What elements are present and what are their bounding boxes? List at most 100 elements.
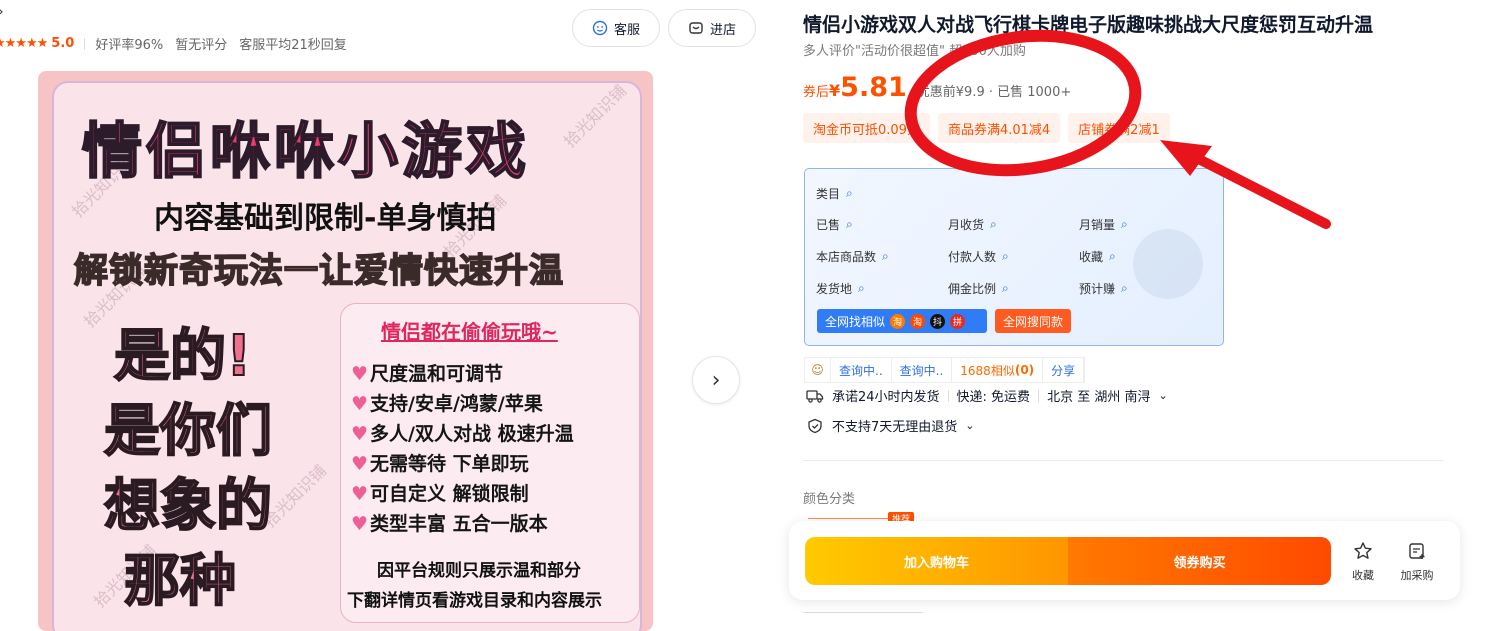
image-headline: 情侣咻咻小游戏 <box>81 116 530 188</box>
avatar-icon[interactable]: ☺ <box>805 358 831 382</box>
search-icon: ⌕ <box>990 217 997 231</box>
original-price-sold: 优惠前¥9.9 · 已售 1000+ <box>916 85 1072 100</box>
chevron-right-icon: › <box>711 367 721 393</box>
customer-service-label: 客服 <box>613 22 640 38</box>
search-icon: ⌕ <box>858 281 865 295</box>
promo-tag[interactable]: 商品券满4.01减4 <box>937 113 1061 143</box>
share-button[interactable]: 分享 <box>1043 358 1085 382</box>
feature-item: ♥ 无需等待 下单即玩 <box>351 453 529 475</box>
chevron-down-icon: ⌄ <box>965 419 975 432</box>
promo-tags: 淘金币可抵0.09元 商品券满4.01减4 店铺券满2减1 <box>803 113 1170 143</box>
enter-shop-label: 进店 <box>709 22 736 38</box>
search-same-button[interactable]: 全网搜同款 <box>995 309 1071 333</box>
pinduoduo-logo-icon: 拼 <box>950 313 966 329</box>
favorite-label: 收藏 <box>1352 569 1374 582</box>
customer-service-button[interactable]: 客服 <box>572 9 660 47</box>
features-title: 情侣都在偷偷玩哦~ <box>381 320 558 344</box>
stat-category[interactable]: 类目 ⌕ <box>816 185 853 202</box>
tool-row: ☺ 查询中.. 查询中.. 1688相似 (0) 分享 <box>804 357 1086 383</box>
return-policy-text: 不支持7天无理由退货 <box>832 420 958 435</box>
enter-shop-button[interactable]: 进店 <box>668 9 756 47</box>
stat-item[interactable]: 月销量 ⌕ <box>1079 216 1128 233</box>
heart-icon: ♥ <box>351 393 369 415</box>
mascot-watermark <box>1133 229 1203 299</box>
stat-item[interactable]: 本店商品数 ⌕ <box>816 248 889 265</box>
find-similar-button[interactable]: 全网找相似 淘 淘 抖 拼 <box>817 309 987 333</box>
return-policy[interactable]: 不支持7天无理由退货 ⌄ <box>806 416 975 435</box>
coupon-price: 5.81 <box>840 72 907 103</box>
purchase-bar: 加入购物车 领券购买 收藏 加采购 <box>789 521 1460 600</box>
rating-stars: ★★★★★ <box>0 36 48 51</box>
add-purchase-button[interactable]: 加采购 <box>1395 541 1439 583</box>
image-tagline: 解锁新奇玩法一让爱情快速升温 <box>73 250 564 292</box>
search-icon: ⌕ <box>846 186 853 200</box>
purchase-list-icon <box>1409 543 1425 559</box>
image-subheadline: 内容基础到限制-单身慎拍 <box>154 201 497 236</box>
feature-item: ♥ 尺度温和可调节 <box>351 363 504 385</box>
stat-item[interactable]: 付款人数 ⌕ <box>948 248 1009 265</box>
product-title: 情侣小游戏双人对战飞行棋卡牌电子版趣味挑战大尺度惩罚互动升温 <box>803 14 1374 36</box>
add-purchase-label: 加采购 <box>1400 569 1434 582</box>
chevron-down-icon[interactable]: ⌄ <box>1158 389 1167 402</box>
search-icon: ⌕ <box>1002 249 1009 263</box>
stat-item[interactable]: 收藏 ⌕ <box>1079 248 1116 265</box>
rating-score: 5.0 <box>51 36 75 51</box>
stat-item[interactable]: 月收货 ⌕ <box>948 216 997 233</box>
search-icon: ⌕ <box>1121 281 1128 295</box>
image-big-line: 是你们 <box>103 398 273 465</box>
query-button[interactable]: 查询中.. <box>831 358 892 382</box>
douyin-logo-icon: 抖 <box>930 313 946 329</box>
watermark: 拾光知识铺 <box>560 81 631 152</box>
feature-item: ♥ 多人/双人对战 极速升温 <box>351 423 574 445</box>
stat-item[interactable]: 发货地 ⌕ <box>816 280 865 297</box>
chat-smile-icon <box>592 20 608 36</box>
star-icon <box>1354 542 1372 559</box>
product-stats-panel: 类目 ⌕ 已售 ⌕ 月收货 ⌕ 月销量 ⌕ 本店商品数 ⌕ 付款人数 ⌕ 收藏 ⌕ 发货地 ⌕ … <box>804 168 1224 346</box>
ship-express: 快递: 免运费 <box>956 390 1031 405</box>
search-icon: ⌕ <box>1121 217 1128 231</box>
ship-route[interactable]: 北京 至 湖州 南浔 <box>1047 386 1150 405</box>
stat-item[interactable]: 已售 ⌕ <box>816 216 853 233</box>
feature-item: ♥ 类型丰富 五合一版本 <box>351 513 548 535</box>
divider <box>803 460 1444 461</box>
currency-symbol: ¥ <box>829 81 841 100</box>
image-card: 拾光知识铺 拾光知识铺 拾光知识铺 拾光知识铺 拾光知识铺 拾光知识铺 情侣咻咻… <box>52 81 642 631</box>
query-button[interactable]: 查询中.. <box>892 358 953 382</box>
shipping-info: 承诺24小时内发货 快递: 免运费 北京 至 湖州 南浔 ⌄ <box>806 386 1168 405</box>
heart-icon: ♥ <box>351 363 369 385</box>
next-image-button[interactable]: › <box>692 356 740 404</box>
divider <box>1038 389 1040 402</box>
promo-tag[interactable]: 店铺券满2减1 <box>1068 113 1170 143</box>
feature-item: ♥ 支持/安卓/鸿蒙/苹果 <box>351 393 543 415</box>
promo-tag[interactable]: 淘金币可抵0.09元 <box>803 113 930 143</box>
shop-rating-bar: ★★★★★ 5.0 好评率96% 暂无评分 客服平均21秒回复 <box>0 34 359 53</box>
features-box: 情侣都在偷偷玩哦~ ♥ 尺度温和可调节 ♥ 支持/安卓/鸿蒙/苹果 ♥ 多人/双人对战… <box>340 303 640 623</box>
back-chevron-icon[interactable]: › <box>0 4 4 20</box>
heart-icon: ♥ <box>351 483 369 505</box>
image-big-line: 想象的 <box>103 473 273 540</box>
favorite-button[interactable]: 收藏 <box>1341 541 1385 583</box>
buy-with-coupon-button[interactable]: 领券购买 <box>1068 537 1331 585</box>
similar-1688-button[interactable]: 1688相似 (0) <box>952 358 1044 382</box>
add-to-cart-button[interactable]: 加入购物车 <box>805 537 1068 585</box>
color-category-label: 颜色分类 <box>803 492 856 507</box>
service-reply-time: 客服平均21秒回复 <box>239 38 347 53</box>
image-footer-line: 下翻详情页看游戏目录和内容展示 <box>347 591 602 611</box>
divider <box>947 389 949 402</box>
product-subtitle: 多人评价"活动价很超值" 超100人加购 <box>803 44 1026 59</box>
store-icon <box>689 22 703 34</box>
price-row: 券后 ¥ 5.81 优惠前¥9.9 · 已售 1000+ <box>803 72 1071 103</box>
quantity-stepper[interactable] <box>803 612 923 624</box>
option-outline <box>808 518 888 519</box>
taobao-logo-icon: 淘 <box>890 313 906 329</box>
ship-promise: 承诺24小时内发货 <box>832 390 940 405</box>
image-footer-line: 因平台规则只展示温和部分 <box>377 561 581 581</box>
stat-item[interactable]: 佣金比例 ⌕ <box>948 280 1009 297</box>
coupon-price-label: 券后 <box>803 85 830 100</box>
taobao-logo-icon: 淘 <box>910 313 926 329</box>
feature-item: ♥ 可自定义 解锁限制 <box>351 483 529 505</box>
main-product-image[interactable]: 拾光知识铺 拾光知识铺 拾光知识铺 拾光知识铺 拾光知识铺 拾光知识铺 情侣咻咻… <box>38 71 653 631</box>
search-icon: ⌕ <box>1002 281 1009 295</box>
heart-icon: ♥ <box>351 423 369 445</box>
stat-item[interactable]: 预计赚 ⌕ <box>1079 280 1128 297</box>
